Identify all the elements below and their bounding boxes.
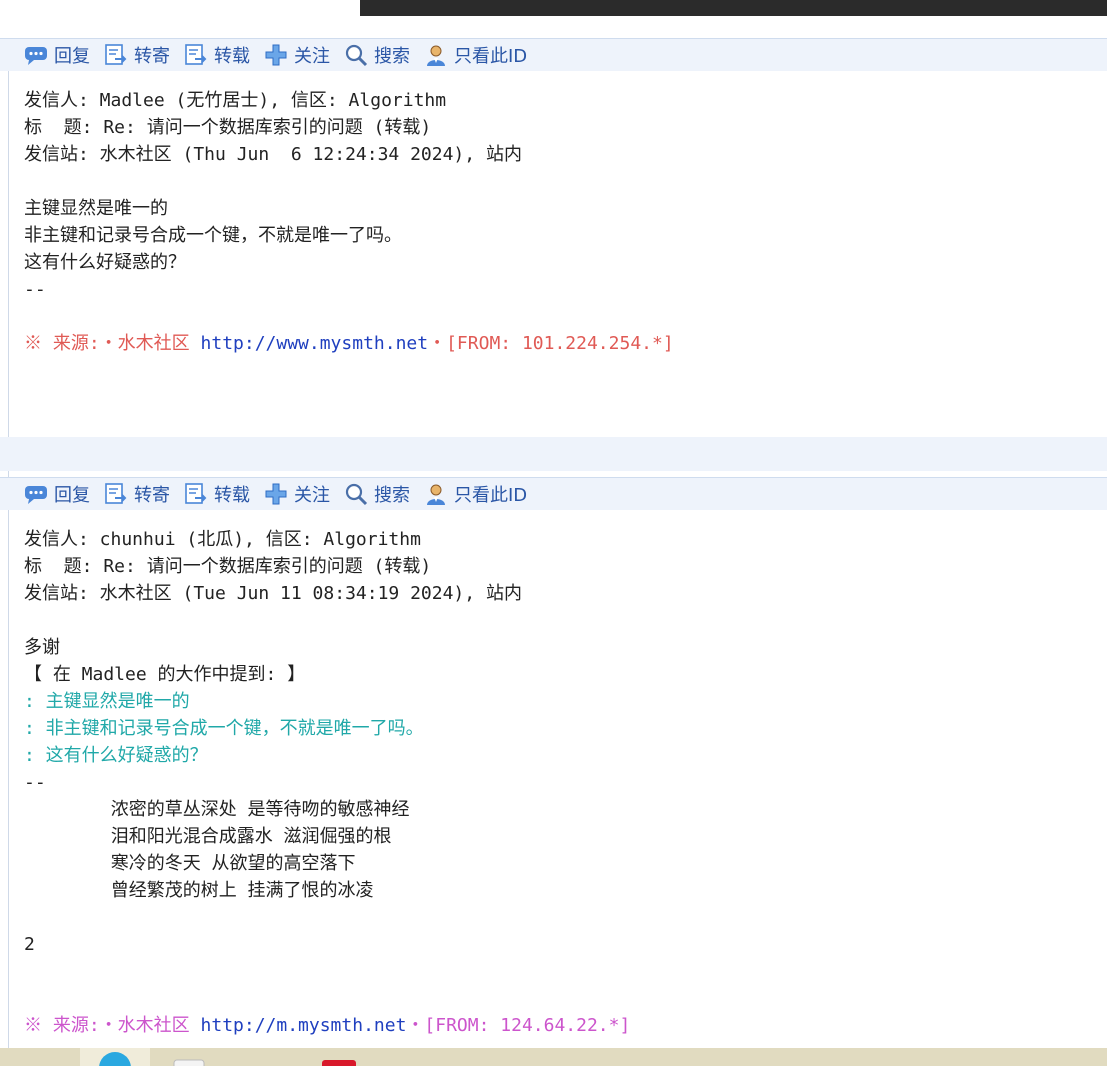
left-border-line [8,38,9,1048]
search-button[interactable]: 搜索 [344,481,410,507]
source-line: ※ 来源:・水木社区 http://m.mysmth.net・[FROM: 12… [24,1012,1084,1039]
taskbar-item-active[interactable] [80,1048,150,1071]
signature-line: 浓密的草丛深处 是等待吻的敏感神经 [24,799,410,820]
repost-icon [185,44,207,65]
taskbar-item[interactable] [320,1048,358,1070]
forward-label: 转寄 [134,485,170,506]
source-prefix: ※ 来源:・水木社区 [24,1015,201,1036]
reply-button[interactable]: 回复 [24,481,90,507]
app-icon [173,1059,205,1071]
quoted-line: : 非主键和记录号合成一个键，不就是唯一了吗。 [24,718,424,739]
follow-label: 关注 [294,46,330,67]
user-icon [427,484,445,505]
repost-button[interactable]: 转载 [184,42,250,68]
post-2: 发信人: chunhui (北瓜), 信区: Algorithm 标 题: Re… [24,526,1084,1039]
search-icon [345,44,368,67]
forward-button[interactable]: 转寄 [104,42,170,68]
signature-line: 曾经繁茂的树上 挂满了恨的冰凌 [24,880,374,901]
search-label: 搜索 [374,485,410,506]
signature-separator: -- [24,772,46,793]
source-link[interactable]: http://www.mysmth.net [201,333,429,354]
only-this-id-label: 只看此ID [454,485,528,506]
source-from: ・[FROM: 101.224.254.*] [428,333,674,354]
user-icon [427,45,445,66]
forward-icon [105,483,127,504]
post-toolbar: 回复 转寄 转载 关注 搜索 只看此ID [0,477,1107,510]
taskbar [0,1048,1107,1066]
post-station: 发信站: 水木社区 (Tue Jun 11 08:34:19 2024), 站内 [24,583,522,604]
app-icon [322,1060,356,1070]
source-link[interactable]: http://m.mysmth.net [201,1015,407,1036]
reply-icon [25,486,47,504]
only-this-id-label: 只看此ID [454,46,528,67]
follow-button[interactable]: 关注 [264,481,330,507]
reply-icon [25,47,47,65]
repost-label: 转载 [214,485,250,506]
search-label: 搜索 [374,46,410,67]
browser-icon [99,1052,131,1071]
reply-button[interactable]: 回复 [24,42,90,68]
taskbar-item[interactable] [172,1048,206,1071]
search-button[interactable]: 搜索 [344,42,410,68]
forward-button[interactable]: 转寄 [104,481,170,507]
search-icon [345,483,368,506]
follow-button[interactable]: 关注 [264,42,330,68]
source-from: ・[FROM: 124.64.22.*] [406,1015,631,1036]
only-this-id-button[interactable]: 只看此ID [424,481,527,507]
post-sender: 发信人: chunhui (北瓜), 信区: Algorithm [24,529,421,550]
post-separator [0,437,1107,471]
signature-line: 泪和阳光混合成露水 滋润倔强的根 [24,826,392,847]
body-line: 多谢 [24,637,60,658]
signature-tail: 2 [24,934,35,955]
body-line: 非主键和记录号合成一个键，不就是唯一了吗。 [24,225,402,246]
reply-label: 回复 [54,46,90,67]
forward-icon [105,44,127,65]
only-this-id-button[interactable]: 只看此ID [424,42,527,68]
reply-label: 回复 [54,485,90,506]
top-dark-bar [360,0,1107,16]
post-1: 发信人: Madlee (无竹居士), 信区: Algorithm 标 题: R… [24,87,1084,357]
quoted-line: : 主键显然是唯一的 [24,691,190,712]
repost-button[interactable]: 转载 [184,481,250,507]
plus-icon [265,483,287,505]
post-sender: 发信人: Madlee (无竹居士), 信区: Algorithm [24,90,447,111]
quote-header: 【 在 Madlee 的大作中提到: 】 [24,664,306,685]
plus-icon [265,44,287,66]
source-prefix: ※ 来源:・水木社区 [24,333,201,354]
signature-line: 寒冷的冬天 从欲望的高空落下 [24,853,356,874]
repost-icon [185,483,207,504]
signature-separator: -- [24,279,46,300]
quoted-line: : 这有什么好疑惑的？ [24,745,208,766]
forward-label: 转寄 [134,46,170,67]
post-toolbar: 回复 转寄 转载 关注 搜索 只看此ID [0,38,1107,71]
body-line: 这有什么好疑惑的？ [24,252,186,273]
follow-label: 关注 [294,485,330,506]
body-line: 主键显然是唯一的 [24,198,168,219]
post-title: 标 题: Re: 请问一个数据库索引的问题 (转载) [24,117,432,138]
source-line: ※ 来源:・水木社区 http://www.mysmth.net・[FROM: … [24,330,1084,357]
repost-label: 转载 [214,46,250,67]
post-station: 发信站: 水木社区 (Thu Jun 6 12:24:34 2024), 站内 [24,144,522,165]
post-title: 标 题: Re: 请问一个数据库索引的问题 (转载) [24,556,432,577]
